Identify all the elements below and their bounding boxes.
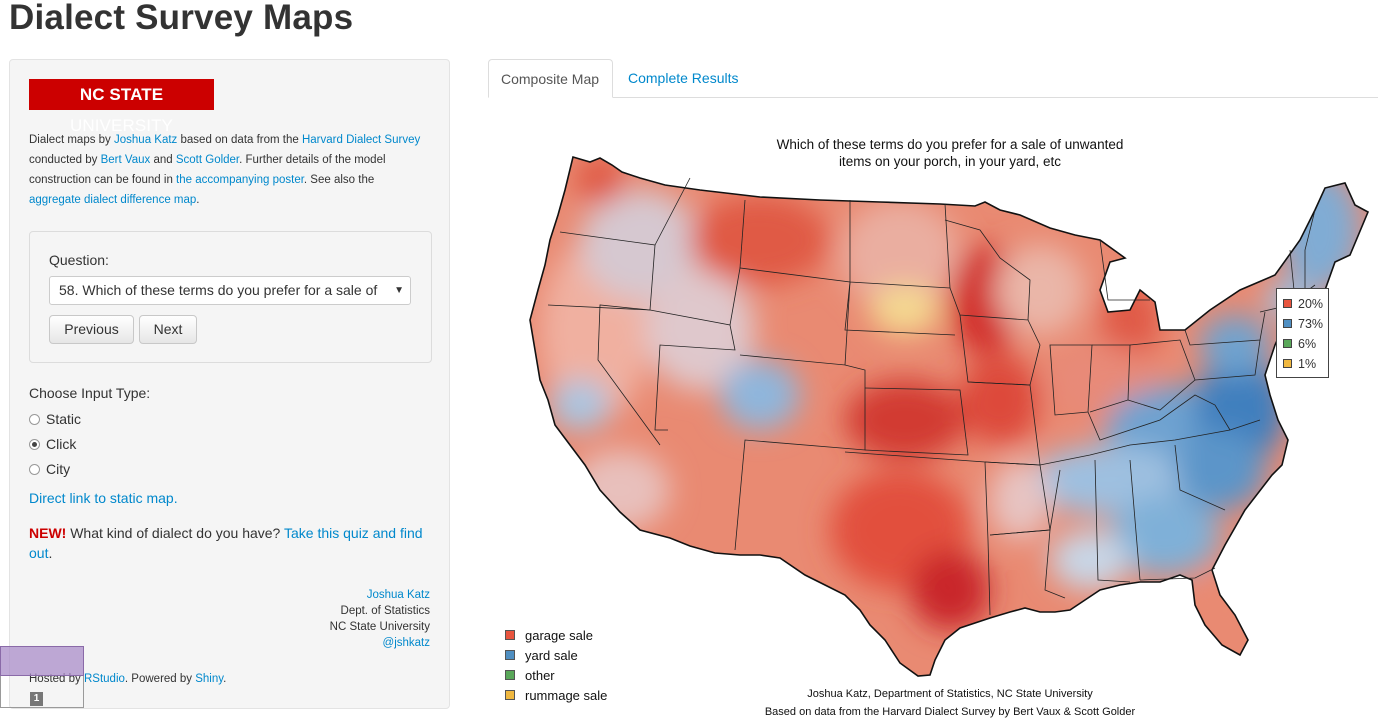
- percentage-value: 6%: [1298, 337, 1317, 351]
- legend-swatch: [505, 630, 515, 640]
- percentage-value: 20%: [1298, 297, 1324, 311]
- legend-swatch: [505, 690, 515, 700]
- map-title: Which of these terms do you prefer for a…: [700, 136, 1200, 170]
- percentage-row: 1%: [1277, 354, 1328, 374]
- legend-label: yard sale: [525, 648, 578, 663]
- map-title-line1: Which of these terms do you prefer for a…: [776, 137, 1124, 152]
- legend-swatch: [505, 650, 515, 660]
- map-footer-line1: Joshua Katz, Department of Statistics, N…: [807, 688, 1093, 700]
- legend-swatch: [505, 670, 515, 680]
- percentage-row: 20%: [1277, 294, 1328, 314]
- map-title-line2: items on your porch, in your yard, etc: [838, 154, 1062, 169]
- dialect-map[interactable]: [0, 0, 1378, 719]
- map-footer-line2: Based on data from the Harvard Dialect S…: [764, 706, 1136, 718]
- legend-label: garage sale: [525, 628, 593, 643]
- legend-item: garage sale: [505, 626, 607, 646]
- legend-item: rummage sale: [505, 686, 607, 706]
- legend-label: other: [525, 668, 555, 683]
- percentage-row: 6%: [1277, 334, 1328, 354]
- percentage-row: 73%: [1277, 314, 1328, 334]
- percentage-value: 1%: [1298, 357, 1317, 371]
- percentage-value: 73%: [1298, 317, 1324, 331]
- percentage-box: 20% 73% 6% 1%: [1276, 288, 1329, 378]
- swatch-other: [1283, 339, 1292, 348]
- swatch-yard: [1283, 319, 1292, 328]
- map-heat-layer: [530, 157, 1368, 676]
- swatch-garage: [1283, 299, 1292, 308]
- map-legend: garage sale yard sale other rummage sale: [505, 626, 607, 706]
- map-footer: Joshua Katz, Department of Statistics, N…: [700, 685, 1200, 721]
- legend-item: yard sale: [505, 646, 607, 666]
- legend-label: rummage sale: [525, 688, 608, 703]
- legend-item: other: [505, 666, 607, 686]
- swatch-rummage: [1283, 359, 1292, 368]
